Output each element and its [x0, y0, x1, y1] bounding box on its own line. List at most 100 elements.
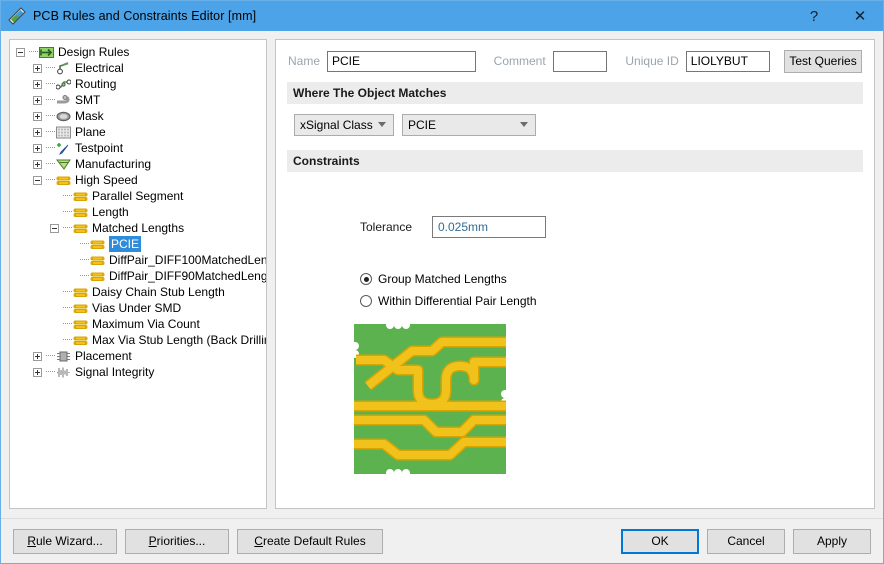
- highspeed-icon: [73, 189, 89, 203]
- apply-button[interactable]: Apply: [793, 528, 871, 554]
- tree-item-daisy-chain-stub-length[interactable]: Daisy Chain Stub Length: [10, 284, 266, 300]
- name-input[interactable]: PCIE: [327, 50, 476, 72]
- tree-item-label: Testpoint: [75, 141, 124, 155]
- highspeed-icon: [73, 333, 89, 347]
- pcb-ruler-icon: [8, 7, 26, 25]
- tree-connector-line: [46, 179, 55, 181]
- match-scope-row: xSignal Class PCIE: [294, 114, 862, 136]
- rules-tree[interactable]: Design Rules Electrical Routing SMT Mask Plan…: [9, 39, 267, 509]
- close-icon[interactable]: ✕: [837, 1, 883, 31]
- window-title: PCB Rules and Constraints Editor [mm]: [33, 9, 257, 23]
- tree-connector-line: [63, 339, 72, 341]
- collapse-icon[interactable]: [50, 223, 59, 233]
- priorities-button[interactable]: Priorities...: [125, 528, 229, 554]
- cancel-button[interactable]: Cancel: [707, 528, 785, 554]
- expand-icon[interactable]: [33, 111, 42, 121]
- tree-item-label: Design Rules: [58, 45, 130, 59]
- help-button[interactable]: ?: [791, 1, 837, 31]
- scope-object-value: PCIE: [408, 118, 437, 132]
- tree-item-label: Plane: [75, 125, 106, 139]
- tree-connector-line: [46, 99, 55, 101]
- expand-icon[interactable]: [33, 143, 42, 153]
- highspeed-icon: [90, 237, 106, 251]
- tree-item-plane[interactable]: Plane: [10, 124, 266, 140]
- highspeed-icon: [73, 285, 89, 299]
- tree-item-diffpair-diff90matchedlengths[interactable]: DiffPair_DIFF90MatchedLengths: [10, 268, 266, 284]
- expand-icon[interactable]: [33, 159, 42, 169]
- tree-connector-line: [46, 371, 55, 373]
- radio-group-matched-lengths[interactable]: Group Matched Lengths: [360, 268, 862, 290]
- comment-input[interactable]: [552, 50, 608, 72]
- comment-label: Comment: [493, 54, 546, 68]
- create-default-rules-button[interactable]: Create Default Rules: [237, 528, 383, 554]
- tree-connector-line: [46, 67, 55, 69]
- where-object-matches-header: Where The Object Matches: [287, 82, 863, 104]
- plane-icon: [56, 125, 72, 139]
- unique-id-label: Unique ID: [625, 54, 679, 68]
- tree-connector-line: [46, 355, 55, 357]
- radio-group-matched-lengths-label: Group Matched Lengths: [378, 272, 507, 286]
- expand-icon[interactable]: [33, 351, 42, 361]
- tree-item-label: DiffPair_DIFF100MatchedLengths: [109, 253, 267, 267]
- chevron-down-icon: [378, 122, 386, 127]
- radio-button-selected-icon[interactable]: [360, 273, 372, 285]
- tolerance-input[interactable]: 0.025mm: [432, 216, 546, 238]
- unique-id-input[interactable]: LIOLYBUT: [685, 50, 770, 72]
- rule-wizard-button[interactable]: Rule Wizard...: [13, 528, 117, 554]
- tree-item-label: Mask: [75, 109, 104, 123]
- rule-wizard-mnemonic: R: [27, 534, 36, 548]
- tree-item-manufacturing[interactable]: Manufacturing: [10, 156, 266, 172]
- tree-item-pcie[interactable]: PCIE: [10, 236, 266, 252]
- tree-item-label: High Speed: [75, 173, 138, 187]
- chevron-down-icon: [520, 122, 528, 127]
- tree-item-maximum-via-count[interactable]: Maximum Via Count: [10, 316, 266, 332]
- tree-item-label: Placement: [75, 349, 132, 363]
- radio-button-icon[interactable]: [360, 295, 372, 307]
- expand-icon[interactable]: [33, 79, 42, 89]
- tree-item-high-speed[interactable]: High Speed: [10, 172, 266, 188]
- tree-connector-line: [63, 291, 72, 293]
- highspeed-icon: [90, 253, 106, 267]
- radio-within-differential-pair-length-label: Within Differential Pair Length: [378, 294, 537, 308]
- expand-icon[interactable]: [33, 95, 42, 105]
- ok-button[interactable]: OK: [621, 528, 699, 554]
- priorities-mnemonic: P: [148, 534, 157, 548]
- tree-item-length[interactable]: Length: [10, 204, 266, 220]
- tree-item-label: SMT: [75, 93, 101, 107]
- tree-item-matched-lengths[interactable]: Matched Lengths: [10, 220, 266, 236]
- expand-icon[interactable]: [33, 127, 42, 137]
- test-queries-button[interactable]: Test Queries: [784, 49, 862, 73]
- expand-icon[interactable]: [33, 367, 42, 377]
- tree-connector-line: [46, 83, 55, 85]
- tree-item-label: Electrical: [75, 61, 124, 75]
- collapse-icon[interactable]: [16, 47, 25, 57]
- tree-item-label: Manufacturing: [75, 157, 152, 171]
- dialog-body: Design Rules Electrical Routing SMT Mask Plan…: [1, 31, 883, 518]
- expand-icon[interactable]: [33, 63, 42, 73]
- tree-item-label: Parallel Segment: [92, 189, 184, 203]
- tree-item-routing[interactable]: Routing: [10, 76, 266, 92]
- tree-item-electrical[interactable]: Electrical: [10, 60, 266, 76]
- tree-item-testpoint[interactable]: Testpoint: [10, 140, 266, 156]
- tree-item-vias-under-smd[interactable]: Vias Under SMD: [10, 300, 266, 316]
- tree-connector-line: [63, 211, 72, 213]
- tree-item-signal-integrity[interactable]: Signal Integrity: [10, 364, 266, 380]
- tree-item-design-rules[interactable]: Design Rules: [10, 44, 266, 60]
- scope-type-dropdown[interactable]: xSignal Class: [294, 114, 394, 136]
- scope-object-dropdown[interactable]: PCIE: [402, 114, 536, 136]
- matched-length-mode-group: Group Matched Lengths Within Differentia…: [360, 268, 862, 312]
- tree-rows-container: Design Rules Electrical Routing SMT Mask Plan…: [10, 44, 266, 380]
- highspeed-icon: [73, 221, 89, 235]
- tree-item-placement[interactable]: Placement: [10, 348, 266, 364]
- tree-connector-line: [80, 243, 89, 245]
- tree-item-diffpair-diff100matchedlengths[interactable]: DiffPair_DIFF100MatchedLengths: [10, 252, 266, 268]
- tree-item-label: Signal Integrity: [75, 365, 155, 379]
- tree-item-mask[interactable]: Mask: [10, 108, 266, 124]
- tree-item-parallel-segment[interactable]: Parallel Segment: [10, 188, 266, 204]
- radio-within-differential-pair-length[interactable]: Within Differential Pair Length: [360, 290, 862, 312]
- tree-item-smt[interactable]: SMT: [10, 92, 266, 108]
- pcb-rules-dialog: PCB Rules and Constraints Editor [mm] ? …: [0, 0, 884, 564]
- collapse-icon[interactable]: [33, 175, 42, 185]
- tree-item-max-via-stub-length-back-drilling[interactable]: Max Via Stub Length (Back Drilling): [10, 332, 266, 348]
- footer-right-buttons: OK Cancel Apply: [621, 528, 871, 554]
